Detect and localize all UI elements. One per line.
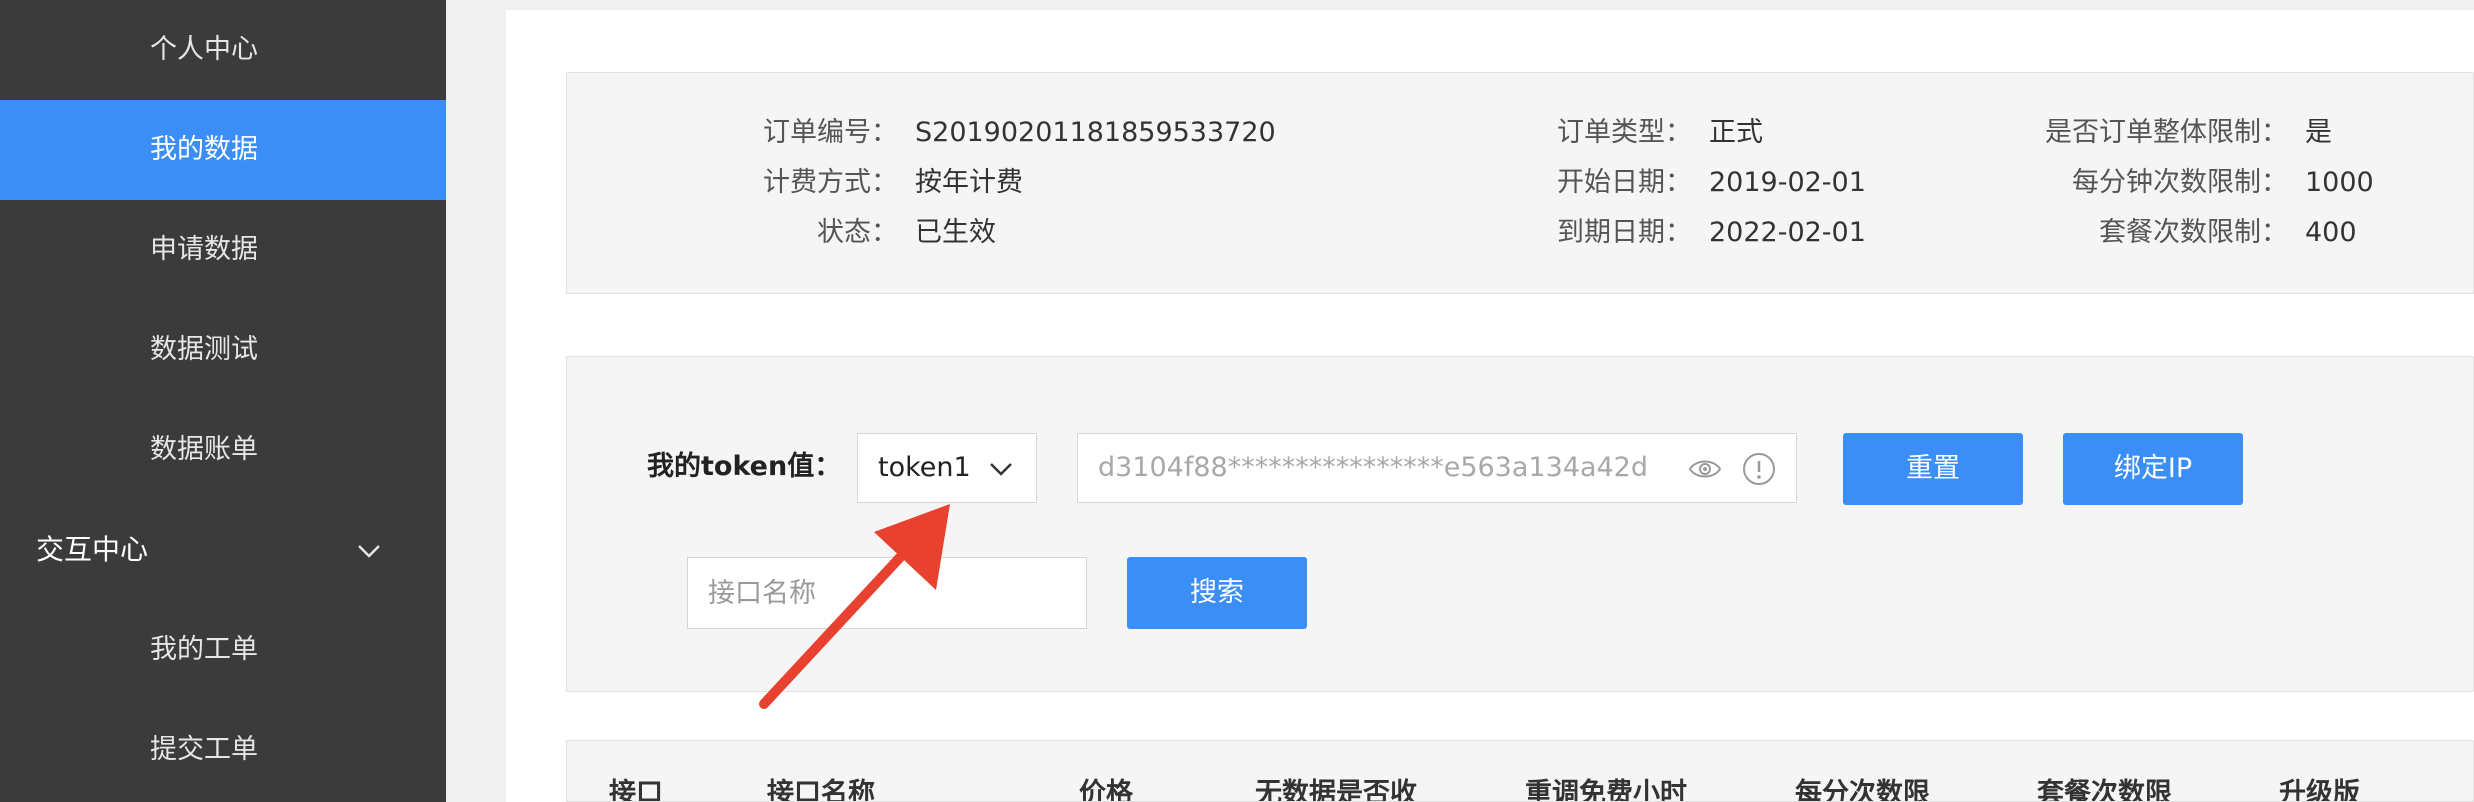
per-minute-value: 1000	[2305, 167, 2374, 198]
order-no-label: 订单编号：	[763, 117, 898, 148]
table-header-api: 接口	[609, 778, 663, 802]
table-header-price: 价格	[1079, 778, 1133, 802]
sidebar-item-label: 数据测试	[150, 334, 258, 365]
chevron-down-icon	[990, 463, 1012, 476]
token-panel: 我的token值： token1 d3104f88***************…	[566, 356, 2474, 692]
table-header-charge-no-data: 无数据是否收	[1255, 778, 1417, 802]
end-label: 到期日期：	[1557, 217, 1692, 248]
sidebar: 个人中心 我的数据 申请数据 数据测试 数据账单 交互中心 我的工单 提交工单	[0, 0, 446, 802]
status-label: 状态：	[817, 217, 898, 248]
end-value: 2022-02-01	[1709, 217, 1866, 248]
sidebar-item-my-data[interactable]: 我的数据	[0, 100, 446, 200]
sidebar-item-label: 我的工单	[150, 634, 258, 665]
table-header-upgrade: 升级版	[2279, 778, 2360, 802]
package-value: 400	[2305, 217, 2357, 248]
billing-label: 计费方式：	[763, 167, 898, 198]
sidebar-item-personal-center[interactable]: 个人中心	[0, 0, 446, 100]
sidebar-group-interaction-center[interactable]: 交互中心	[0, 500, 446, 600]
whole-limit-label: 是否订单整体限制：	[2045, 117, 2288, 148]
start-label: 开始日期：	[1557, 167, 1692, 198]
info-icon[interactable]	[1742, 452, 1776, 486]
reset-button[interactable]: 重置	[1843, 433, 2023, 505]
table-header-per-minute-limit: 每分次数限	[1795, 778, 1930, 802]
order-no-value: S20190201181859533720	[915, 117, 1276, 148]
api-table: 接口 接口名称 价格 无数据是否收 重调免费小时 每分次数限 套餐次数限 升级版	[566, 740, 2474, 802]
table-header-package-limit: 套餐次数限	[2037, 778, 2172, 802]
sidebar-item-my-tickets[interactable]: 我的工单	[0, 600, 446, 700]
whole-limit-value: 是	[2305, 117, 2332, 148]
token-select[interactable]: token1	[857, 433, 1037, 503]
sidebar-group-label: 交互中心	[36, 533, 149, 566]
status-value: 已生效	[915, 217, 996, 248]
token-label: 我的token值：	[647, 451, 842, 482]
billing-value: 按年计费	[915, 167, 1023, 198]
table-header-api-name: 接口名称	[767, 778, 875, 802]
start-value: 2019-02-01	[1709, 167, 1866, 198]
sidebar-item-label: 提交工单	[150, 734, 258, 765]
per-minute-label: 每分钟次数限制：	[2072, 167, 2288, 198]
type-value: 正式	[1709, 117, 1763, 148]
sidebar-item-label: 数据账单	[150, 434, 258, 465]
sidebar-item-data-bill[interactable]: 数据账单	[0, 400, 446, 500]
sidebar-item-label: 申请数据	[150, 234, 258, 265]
token-select-value: token1	[878, 452, 971, 483]
chevron-down-icon	[358, 545, 380, 558]
sidebar-item-submit-ticket[interactable]: 提交工单	[0, 700, 446, 800]
sidebar-item-apply-data[interactable]: 申请数据	[0, 200, 446, 300]
eye-icon[interactable]	[1688, 454, 1722, 484]
package-label: 套餐次数限制：	[2099, 217, 2288, 248]
sidebar-item-data-test[interactable]: 数据测试	[0, 300, 446, 400]
table-header-retry-free-hours: 重调免费小时	[1525, 778, 1687, 802]
type-label: 订单类型：	[1557, 117, 1692, 148]
order-info-panel: 订单编号： S20190201181859533720 计费方式： 按年计费 状…	[566, 72, 2474, 294]
token-value-text: d3104f88****************e563a134a42d	[1098, 452, 1648, 483]
token-value-field[interactable]: d3104f88****************e563a134a42d	[1077, 433, 1797, 503]
main-content: 订单编号： S20190201181859533720 计费方式： 按年计费 状…	[506, 10, 2474, 802]
sidebar-item-label: 个人中心	[150, 34, 258, 65]
sidebar-item-label: 我的数据	[150, 134, 258, 165]
search-button[interactable]: 搜索	[1127, 557, 1307, 629]
api-name-input[interactable]	[687, 557, 1087, 629]
bind-ip-button[interactable]: 绑定IP	[2063, 433, 2243, 505]
